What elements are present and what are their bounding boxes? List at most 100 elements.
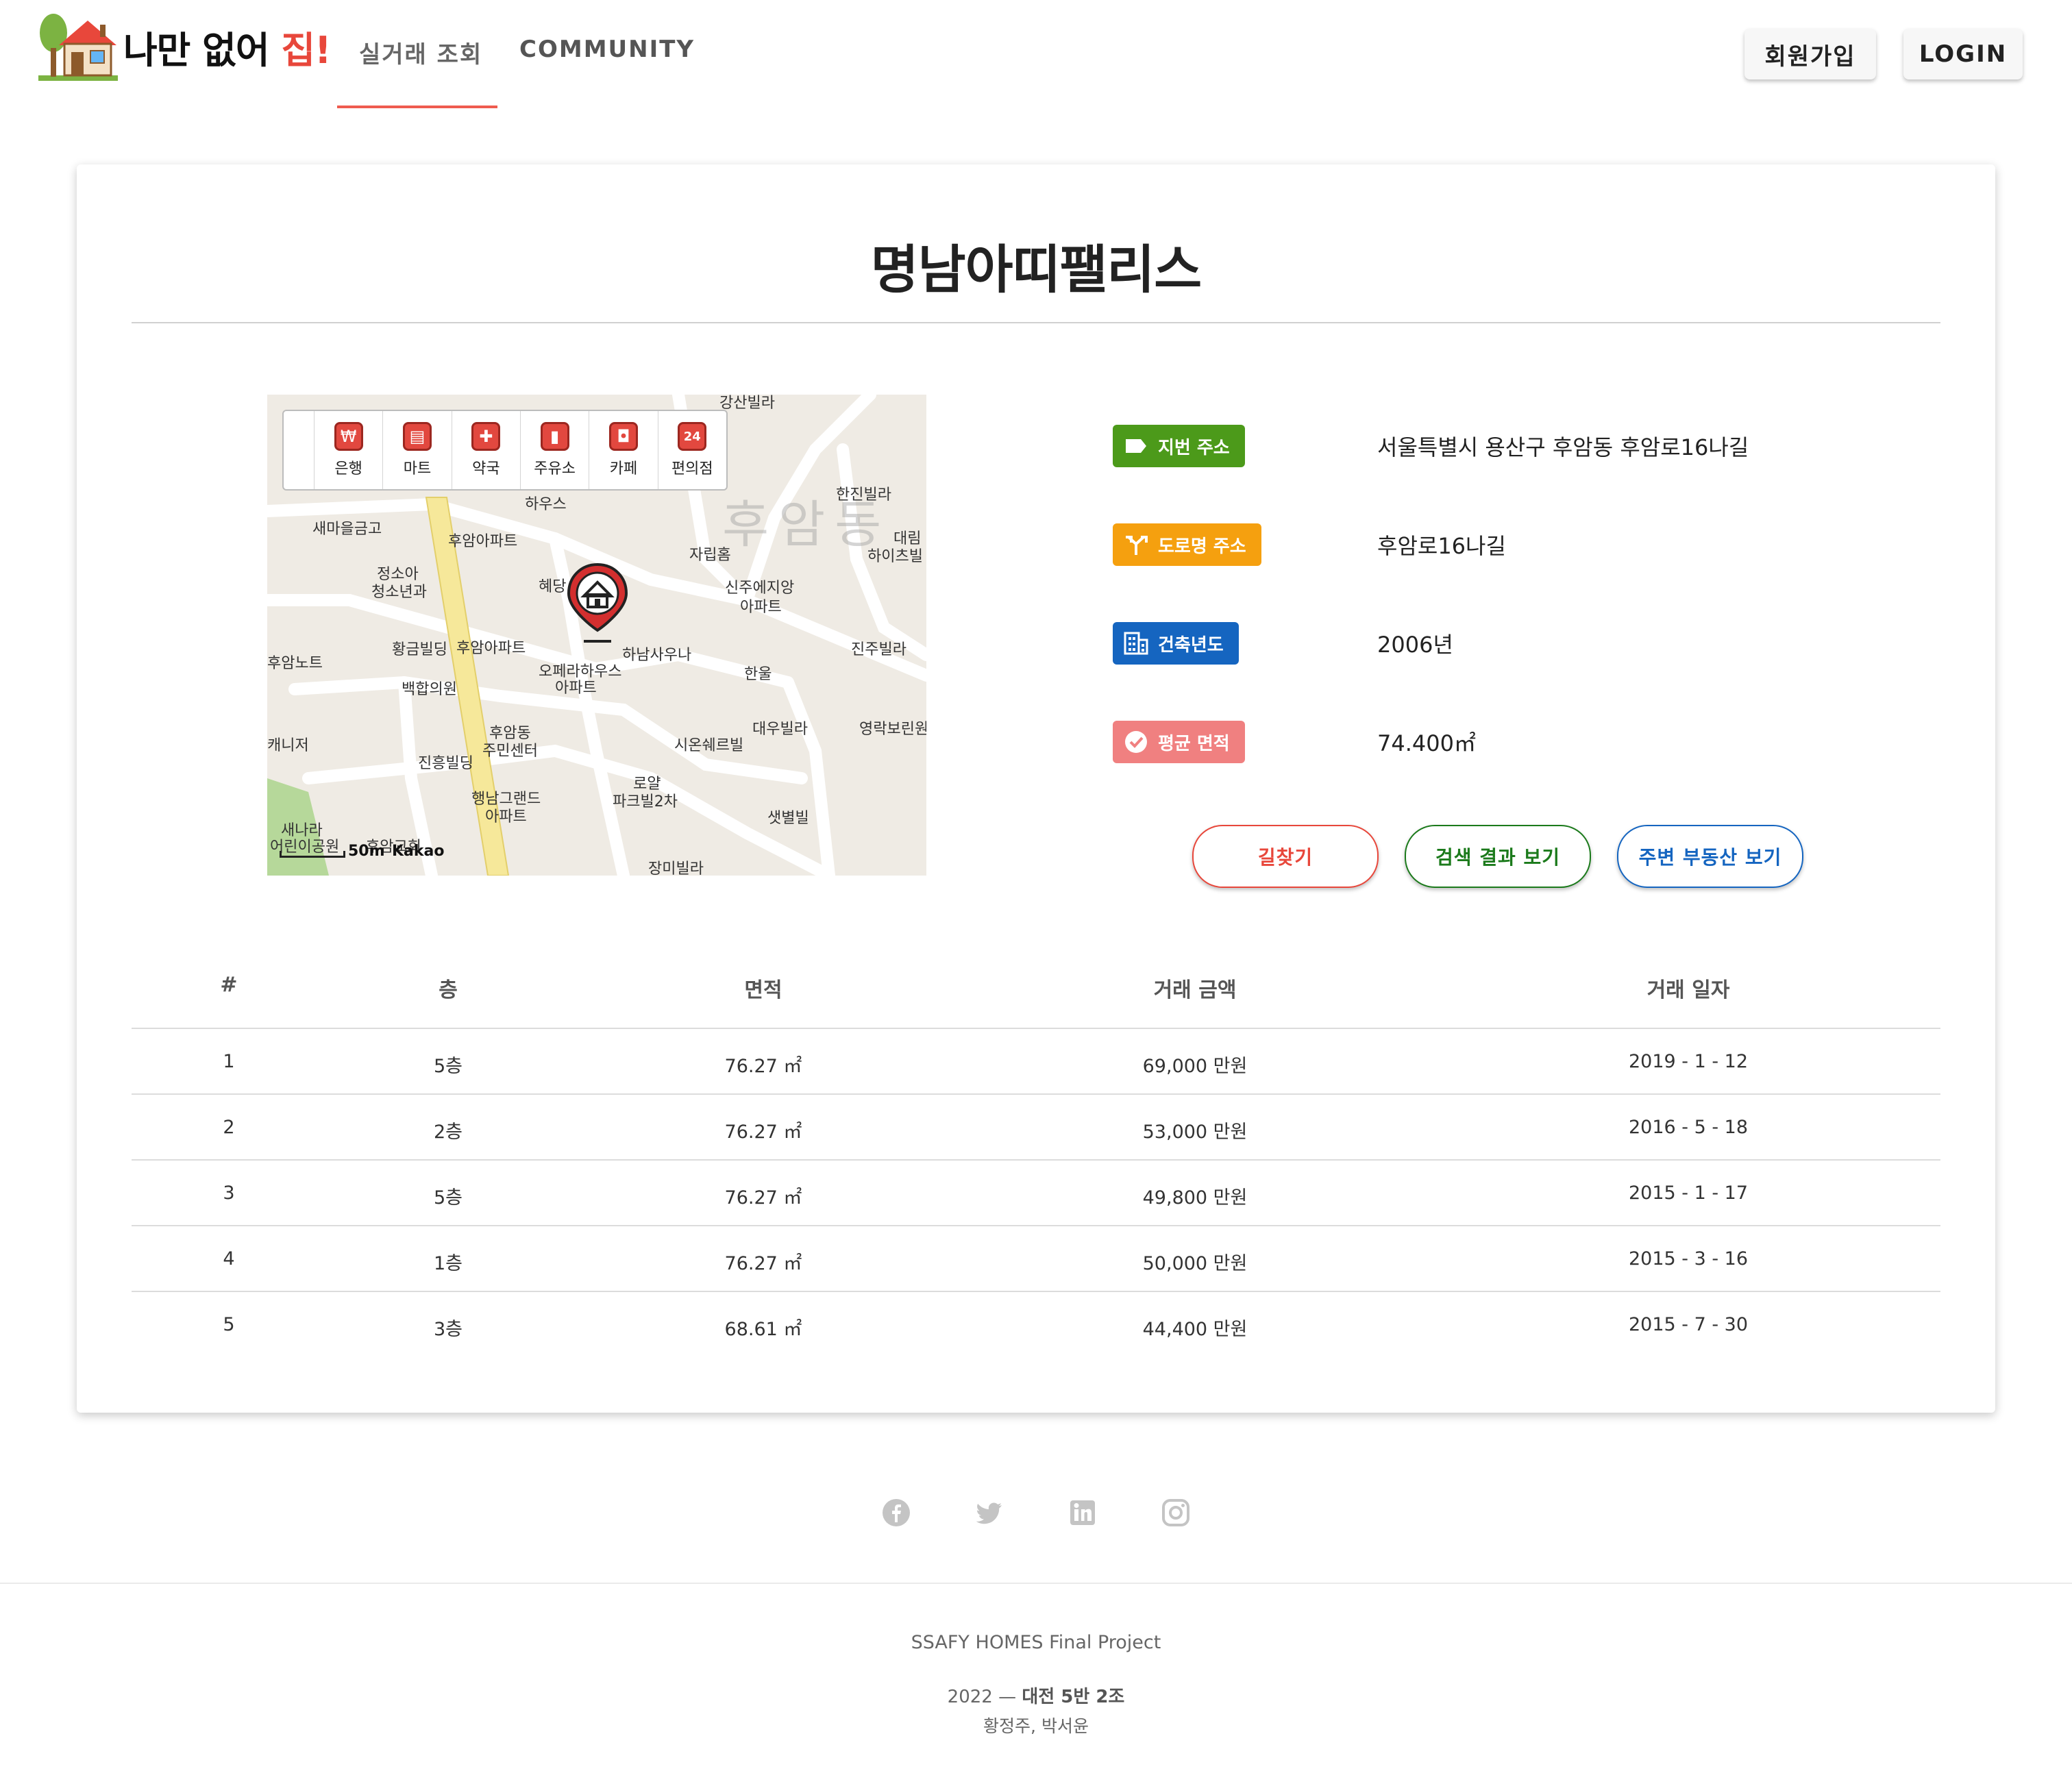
apartment-detail-card: 명남아띠팰리스 후암동 새마을금고 하우스 후암아파트 정소아 청소년과 황금빌… [77,164,1995,1413]
divider [132,1291,1940,1292]
cell-index: 5 [223,1314,235,1335]
cell-index: 1 [223,1051,235,1072]
view-search-results-button[interactable]: 검색 결과 보기 [1405,825,1591,888]
map-filter-convenience-store[interactable]: 24 편의점 [657,411,726,489]
cell-date: 2016 - 5 - 18 [1628,1117,1749,1138]
map-poi-label: 장미빌라 [648,860,704,876]
instagram-icon[interactable] [1161,1498,1191,1528]
map-poi-label: 자립홈 [689,547,731,564]
tag-icon [1122,432,1150,460]
map-poi-label: 샛별빌 [767,810,809,827]
cell-price: 69,000 만원 [1142,1056,1248,1077]
nav-tab-real-transaction[interactable]: 실거래 조회 [359,36,482,69]
road-address-value: 후암로16나길 [1377,533,1506,559]
map-poi-label: 하이츠빌 [867,548,923,565]
cell-area: 68.61 ㎡ [724,1319,802,1340]
footer-credit: 2022 — 대전 5반 2조 [947,1687,1125,1707]
column-header: 면적 [744,978,782,1002]
login-button[interactable]: LOGIN [1903,29,2023,79]
cell-area: 76.27 ㎡ [724,1122,802,1143]
map-filter-cafe[interactable]: ◘ 카페 [589,411,657,489]
map-category-toolbar: ₩ 은행 ▤ 마트 ✚ 약국 ▮ 주유소 ◘ 카페 24 편의점 [282,410,728,491]
map-poi-label: 후암노트 [267,655,323,672]
divider [132,1159,1940,1161]
house-marker-icon[interactable] [566,562,629,647]
map-poi-label: 혜당 [539,578,567,595]
map-view[interactable]: 후암동 새마을금고 하우스 후암아파트 정소아 청소년과 황금빌딩 후암아파트 … [267,395,926,876]
cell-index: 3 [223,1182,235,1204]
map-poi-label: 하남사우나 [622,647,692,664]
cell-date: 2015 - 7 - 30 [1628,1314,1749,1335]
column-header: 층 [439,978,458,1002]
cell-date: 2019 - 1 - 12 [1628,1051,1749,1072]
divider [132,1093,1940,1095]
map-poi-label: 백합의원 [402,681,457,698]
cell-area: 76.27 ㎡ [724,1187,802,1209]
divider [132,1225,1940,1226]
map-filter-pharmacy[interactable]: ✚ 약국 [451,411,520,489]
badge-build-year: 건축년도 [1113,622,1239,665]
apartment-name: 명남아띠팰리스 [870,239,1202,300]
cell-price: 44,400 만원 [1142,1319,1248,1340]
average-area-value: 74.400㎡ [1377,730,1476,756]
map-poi-label: 아파트 [555,680,597,697]
cell-price: 50,000 만원 [1142,1253,1248,1274]
linkedin-icon[interactable] [1068,1498,1098,1528]
footer-divider [0,1583,2072,1584]
cell-index: 2 [223,1117,235,1138]
signpost-icon [1122,531,1150,558]
cell-area: 76.27 ㎡ [724,1056,802,1077]
directions-button[interactable]: 길찾기 [1192,825,1379,888]
column-header: 거래 일자 [1646,978,1730,1002]
divider [132,322,1940,323]
top-navbar: 나만 없어 집! 실거래 조회 COMMUNITY 회원가입 LOGIN [0,0,2072,116]
coffee-icon: ◘ [608,422,638,451]
map-filter-mart[interactable]: ▤ 마트 [382,411,451,489]
facebook-icon[interactable] [881,1498,911,1528]
convenience-store-icon: 24 [678,422,707,451]
map-poi-label: 캐니저 [267,737,309,754]
nearby-realestate-button[interactable]: 주변 부동산 보기 [1617,825,1803,888]
cell-index: 4 [223,1248,235,1269]
active-tab-indicator [337,106,497,108]
map-poi-label: 청소년과 [371,584,427,601]
twitter-icon[interactable] [974,1498,1004,1528]
badge-road-address: 도로명 주소 [1113,523,1261,566]
divider [132,1028,1940,1029]
cell-floor: 3층 [433,1319,463,1340]
footer-project: SSAFY HOMES Final Project [911,1632,1161,1653]
house-logo-icon [38,14,118,81]
map-poi-label: 하우스 [525,496,567,513]
logo-text: 나만 없어 집! [123,28,332,72]
check-circle-icon [1122,728,1150,756]
cell-floor: 5층 [433,1187,463,1209]
map-poi-label: 강산빌라 [719,395,775,412]
map-poi-label: 후암아파트 [448,533,518,550]
nav-tab-community[interactable]: COMMUNITY [519,36,695,63]
column-header: # [220,973,238,997]
map-provider-logo: Kakao [392,843,445,860]
map-filter-bank[interactable]: ₩ 은행 [314,411,382,489]
map-poi-label: 아파트 [740,599,782,616]
badge-average-area: 평균 면적 [1113,721,1245,763]
building-icon [1122,630,1150,657]
map-poi-label: 주민센터 [482,743,538,760]
map-poi-label: 아파트 [485,808,527,826]
build-year-value: 2006년 [1377,632,1453,658]
gas-station-icon: ▮ [540,422,569,451]
signup-button[interactable]: 회원가입 [1744,29,1876,79]
map-poi-label: 황금빌딩 [392,641,447,658]
map-poi-label: 시온쉐르빌 [674,737,744,754]
logo[interactable]: 나만 없어 집! [38,11,332,82]
map-filter-gas-station[interactable]: ▮ 주유소 [519,411,589,489]
map-poi-label: 한진빌라 [836,486,891,504]
map-poi-label: 한울 [744,666,772,683]
pharmacy-icon: ✚ [471,422,501,451]
bank-icon: ₩ [334,422,363,451]
cell-date: 2015 - 1 - 17 [1628,1182,1749,1204]
map-poi-label: 진주빌라 [851,641,907,658]
column-header: 거래 금액 [1153,978,1237,1002]
map-poi-label: 새마을금고 [312,521,382,538]
map-poi-label: 대우빌라 [752,721,808,738]
cell-floor: 2층 [433,1122,463,1143]
